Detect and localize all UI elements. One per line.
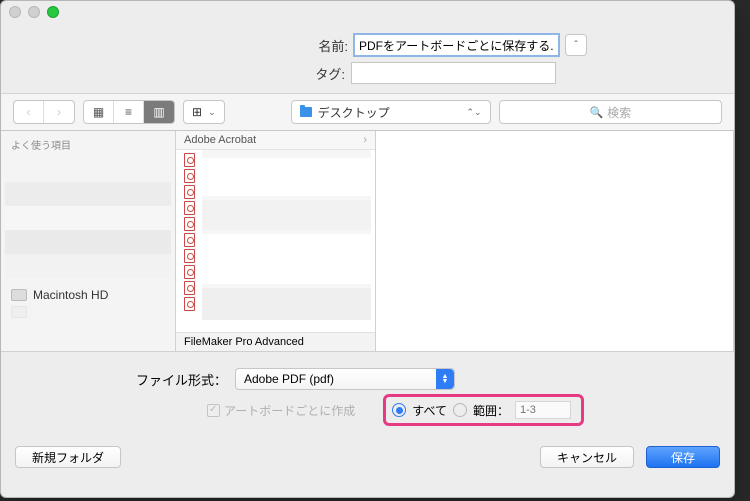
pdf-icon: [184, 169, 195, 183]
sidebar-favorites-header: よく使う項目: [11, 137, 165, 152]
group-popup[interactable]: ⊞ ⌄: [183, 100, 225, 124]
button-bar: 新規フォルダ キャンセル 保存: [1, 436, 734, 480]
chevron-down-icon: ⌄: [208, 107, 216, 118]
browser-column-1: Adobe Acrobat › FileMaker Pro Advanced: [176, 131, 376, 351]
save-button[interactable]: 保存: [646, 446, 720, 468]
folder-icon: [300, 107, 312, 117]
column-footer-label: FileMaker Pro Advanced: [184, 336, 304, 348]
browser-toolbar: ‹ › ▦ ≡ ▥ ⊞ ⌄ デスクトップ ⌃⌄ 🔍 検索: [1, 93, 734, 131]
file-browser: よく使う項目 Macintosh HD Adobe Acrobat ›: [1, 131, 734, 351]
sidebar-blurred-items[interactable]: [5, 158, 171, 278]
radio-range-label: 範囲：: [473, 402, 509, 419]
filename-input[interactable]: [354, 34, 559, 56]
column-footer[interactable]: FileMaker Pro Advanced: [176, 332, 375, 351]
name-label: 名前:: [148, 36, 348, 55]
options-area: ファイル形式： Adobe PDF (pdf) ▲▼ アートボードごとに作成 す…: [1, 351, 734, 436]
column-view-button[interactable]: ▥: [144, 101, 174, 123]
nav-segment: ‹ ›: [13, 100, 75, 124]
window-titlebar: [1, 1, 734, 23]
pdf-icon: [184, 281, 195, 295]
updown-icon: ⌃⌄: [467, 107, 482, 118]
drive-icon: [11, 306, 27, 318]
search-placeholder: 検索: [607, 104, 631, 121]
collapse-button[interactable]: ˆ: [565, 34, 587, 56]
column-header-label: Adobe Acrobat: [184, 134, 256, 146]
view-segment: ▦ ≡ ▥: [83, 100, 175, 124]
pdf-icon: [184, 185, 195, 199]
minimize-window-icon: [28, 6, 40, 18]
file-format-select[interactable]: Adobe PDF (pdf) ▲▼: [235, 368, 455, 390]
browser-column-2: [376, 131, 734, 351]
close-window-icon[interactable]: [9, 6, 21, 18]
hdd-icon: [11, 289, 27, 301]
radio-range[interactable]: [453, 403, 467, 417]
column-list[interactable]: [176, 150, 375, 320]
tags-input[interactable]: [351, 62, 556, 84]
pdf-icon: [184, 153, 195, 167]
pdf-icon: [184, 297, 195, 311]
zoom-window-icon[interactable]: [47, 6, 59, 18]
highlighted-range-group: すべて 範囲：: [383, 394, 584, 426]
save-dialog: 名前: ˆ タグ: ‹ › ▦ ≡ ▥ ⊞ ⌄ デスクトップ: [0, 0, 735, 498]
per-artboard-label: アートボードごとに作成: [224, 402, 355, 419]
sidebar-item-macintosh-hd[interactable]: Macintosh HD: [11, 286, 165, 304]
group-icon: ⊞: [192, 105, 202, 119]
location-popup[interactable]: デスクトップ ⌃⌄: [291, 100, 491, 124]
new-folder-button[interactable]: 新規フォルダ: [15, 446, 121, 468]
chevron-right-icon: ›: [363, 134, 367, 146]
pdf-icon: [184, 265, 195, 279]
file-format-label: ファイル形式：: [17, 370, 227, 389]
list-view-button[interactable]: ≡: [114, 101, 144, 123]
tags-label: タグ:: [145, 64, 345, 83]
per-artboard-checkbox: [207, 404, 220, 417]
pdf-icon: [184, 249, 195, 263]
search-field[interactable]: 🔍 検索: [499, 100, 722, 124]
range-input[interactable]: [515, 401, 571, 419]
blurred-filenames: [202, 150, 371, 320]
pdf-icon: [184, 233, 195, 247]
file-format-value: Adobe PDF (pdf): [244, 372, 334, 386]
radio-all[interactable]: [392, 403, 406, 417]
location-label: デスクトップ: [318, 104, 390, 121]
column-header[interactable]: Adobe Acrobat ›: [176, 131, 375, 150]
pdf-icon: [184, 217, 195, 231]
icon-view-button[interactable]: ▦: [84, 101, 114, 123]
sidebar: よく使う項目 Macintosh HD: [1, 131, 176, 351]
forward-button[interactable]: ›: [44, 101, 74, 123]
back-button[interactable]: ‹: [14, 101, 44, 123]
radio-all-label: すべて: [412, 402, 447, 419]
search-icon: 🔍: [589, 106, 603, 119]
pdf-icon: [184, 201, 195, 215]
sidebar-item-blurred[interactable]: [11, 304, 165, 320]
sidebar-item-label: Macintosh HD: [33, 288, 108, 302]
select-chevron-icon: ▲▼: [436, 369, 454, 389]
top-fields: 名前: ˆ タグ:: [1, 23, 734, 93]
cancel-button[interactable]: キャンセル: [540, 446, 634, 468]
